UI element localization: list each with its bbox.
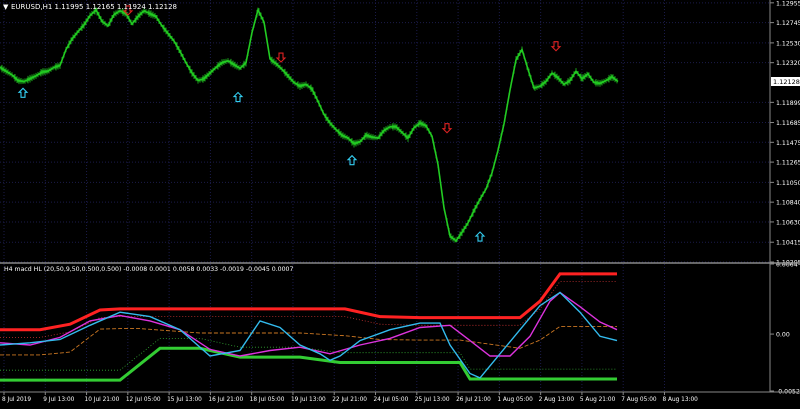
time-axis-label: 15 Jul 13:00: [167, 397, 202, 403]
time-axis-label: 2 Aug 13:00: [539, 397, 575, 403]
price-axis-label: 1.12320: [776, 60, 800, 67]
indicator-title: H4 macd HL (20,50,9,50,0.500,0.500) -0.0…: [4, 266, 293, 273]
chart-canvas[interactable]: 1.12955 1.12745 1.12530 1.12320 1.11899 1.116…: [0, 0, 800, 405]
price-axis-label: 1.12955: [776, 0, 800, 7]
price-axis-label: 1.11685: [776, 120, 800, 127]
time-axis-label: 8 Jul 2019: [2, 397, 31, 403]
price-axis-label: 1.11899: [776, 100, 800, 107]
price-axis-label: 1.10415: [776, 240, 800, 247]
time-axis-label: 10 Jul 21:00: [85, 397, 120, 403]
time-axis-label: 26 Jul 21:00: [456, 397, 491, 403]
chart-window[interactable]: 1.12955 1.12745 1.12530 1.12320 1.11899 1.116…: [0, 0, 800, 405]
price-axis-label: 1.11050: [776, 180, 800, 187]
price-axis-label: 1.10840: [776, 200, 800, 207]
price-axis-label: 1.12745: [776, 20, 800, 27]
time-axis-label: 8 Aug 13:00: [662, 397, 698, 403]
time-axis-label: 1 Aug 05:00: [497, 397, 533, 403]
time-axis-label: 24 Jul 05:00: [374, 397, 409, 403]
main-chart-title: EURUSD,H1 1.11995 1.12165 1.11924 1.1212…: [11, 3, 177, 11]
time-axis-label: 19 Jul 13:00: [291, 397, 326, 403]
time-axis-label: 12 Jul 05:00: [126, 397, 161, 403]
time-axis-label: 5 Aug 21:00: [580, 397, 616, 403]
current-price-tag: 1.12128: [771, 77, 800, 86]
time-axis-label: 7 Aug 05:00: [621, 397, 657, 403]
price-axis-label: 1.11265: [776, 160, 800, 167]
price-axis-label: 1.10630: [776, 219, 800, 226]
chart-dropdown-icon[interactable]: ▼: [3, 3, 9, 11]
time-axis-label: 16 Jul 21:00: [208, 397, 243, 403]
price-axis-label: 1.12530: [776, 40, 800, 47]
time-axis-label: 22 Jul 21:00: [332, 397, 367, 403]
current-price-label: 1.12128: [773, 78, 800, 86]
time-axis-label: 18 Jul 05:00: [250, 397, 285, 403]
time-axis-label: 9 Jul 13:00: [43, 397, 74, 403]
indicator-axis-label: 0.00: [776, 332, 790, 339]
price-axis-label: 1.11475: [776, 140, 800, 147]
time-axis-label: 25 Jul 13:00: [415, 397, 450, 403]
